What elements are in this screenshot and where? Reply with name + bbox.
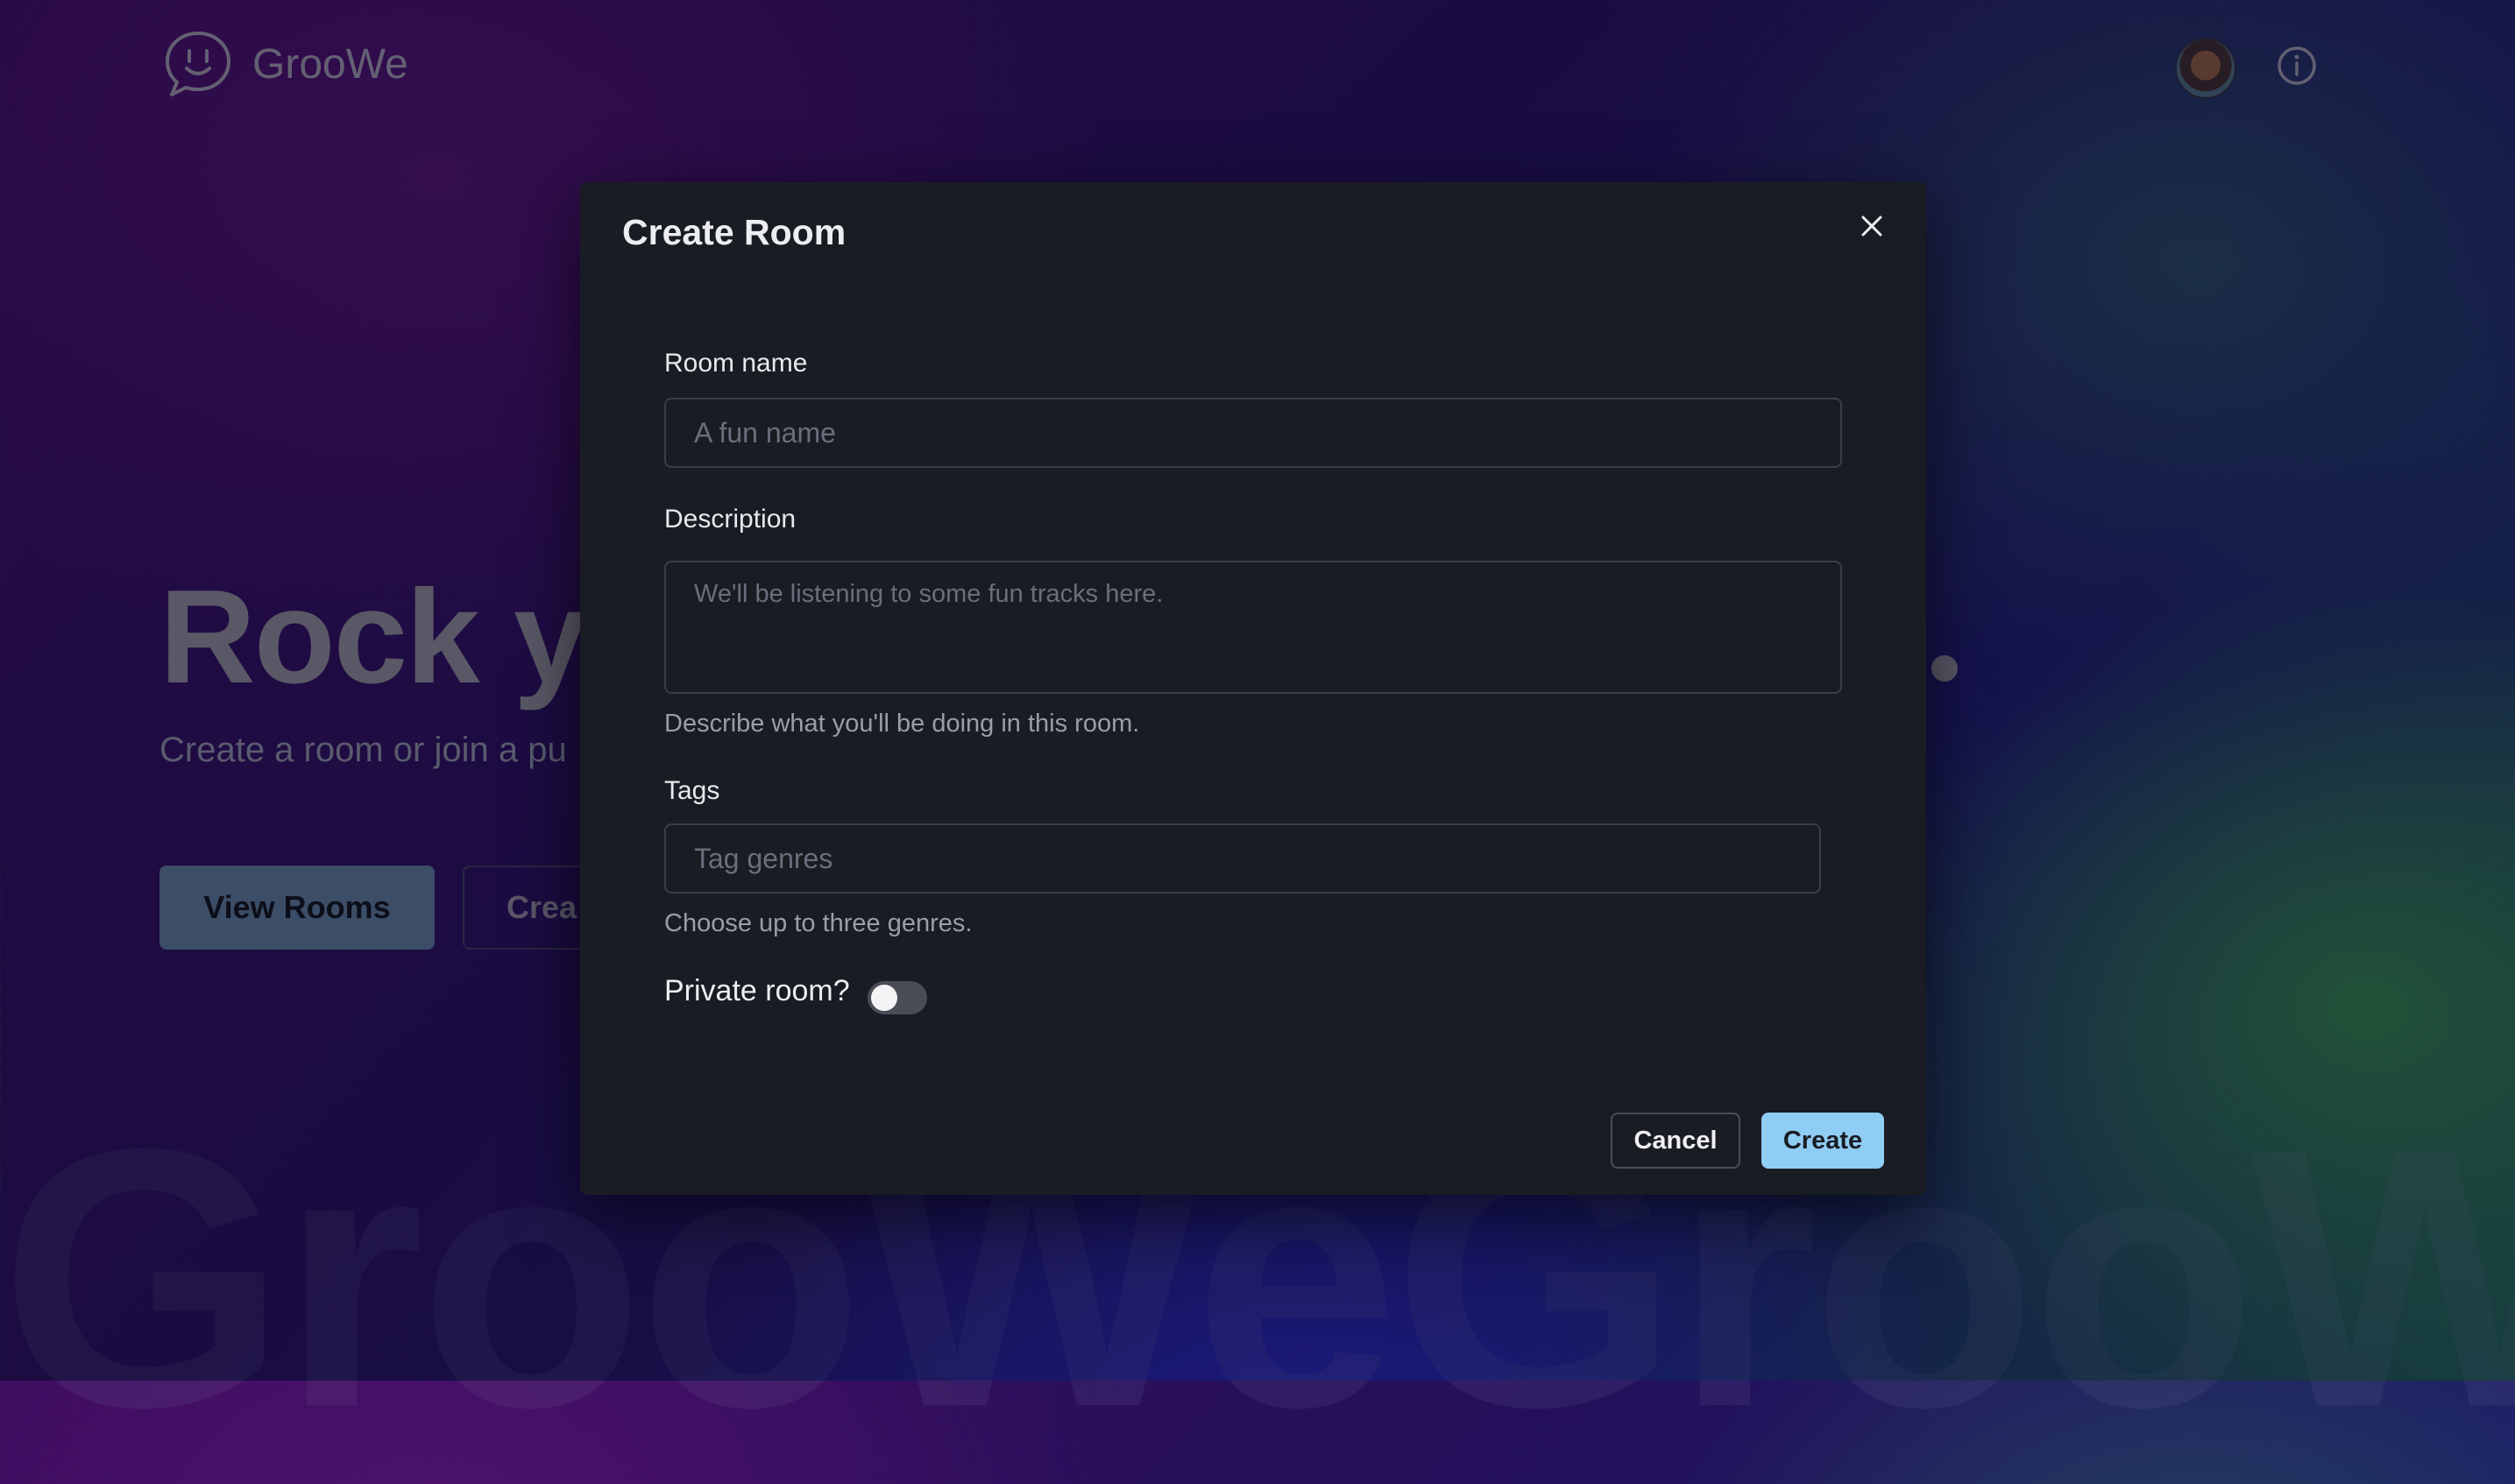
close-icon [1861, 216, 1882, 237]
create-room-dialog: Create Room Room name Description Descri… [580, 182, 1926, 1195]
toggle-knob [871, 985, 897, 1011]
tags-helper-text: Choose up to three genres. [664, 909, 973, 937]
tags-label: Tags [664, 776, 720, 805]
create-button[interactable]: Create [1761, 1113, 1884, 1169]
room-name-label: Room name [664, 349, 808, 378]
close-button[interactable] [1854, 208, 1889, 244]
cancel-button[interactable]: Cancel [1611, 1113, 1740, 1169]
room-name-input[interactable] [664, 398, 1842, 468]
description-helper-text: Describe what you'll be doing in this ro… [664, 710, 1140, 738]
private-room-toggle[interactable] [868, 981, 927, 1014]
description-textarea[interactable] [664, 561, 1842, 694]
dialog-title: Create Room [622, 212, 847, 252]
description-label: Description [664, 505, 797, 534]
tags-input[interactable] [664, 823, 1821, 894]
private-room-label: Private room? [664, 974, 850, 1007]
